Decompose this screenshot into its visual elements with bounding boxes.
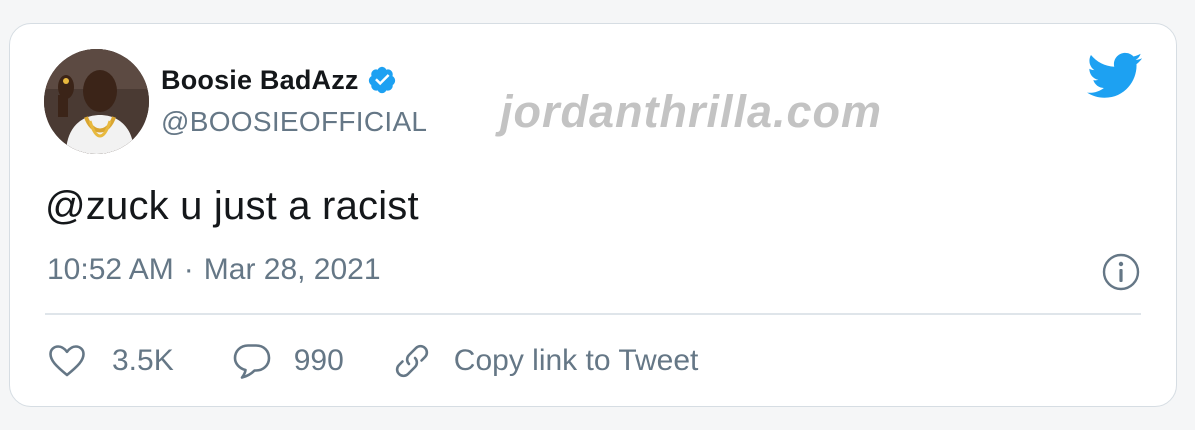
heart-icon xyxy=(49,345,85,377)
author-name-row: Boosie BadAzz xyxy=(161,62,397,98)
link-icon xyxy=(395,344,428,378)
speech-bubble-icon xyxy=(233,344,271,379)
copy-link-label: Copy link to Tweet xyxy=(453,344,699,377)
like-button[interactable]: 3.5K xyxy=(48,344,174,378)
tweet-card[interactable]: Boosie BadAzz @BOOSIEOFFICIAL jordanthri… xyxy=(9,23,1177,407)
info-icon[interactable] xyxy=(1100,251,1142,293)
timestamp-separator: · xyxy=(183,253,194,286)
avatar[interactable] xyxy=(44,49,149,154)
tweet-time: 10:52 AM xyxy=(47,253,174,286)
avatar-photo xyxy=(44,49,149,154)
tweet-text: @zuck u just a racist xyxy=(45,184,419,228)
reply-button[interactable]: 990 xyxy=(232,342,344,380)
like-count: 3.5K xyxy=(112,344,174,377)
divider xyxy=(45,313,1141,315)
reply-count: 990 xyxy=(293,344,344,377)
tweet-timestamp[interactable]: 10:52 AM · Mar 28, 2021 xyxy=(47,253,381,287)
verified-badge-icon xyxy=(368,66,395,94)
twitter-bird-icon[interactable] xyxy=(1087,52,1143,100)
tweet-date: Mar 28, 2021 xyxy=(203,253,381,286)
tweet-actions: 3.5K 990 Copy link to Tweet xyxy=(48,339,698,383)
copy-link-button[interactable]: Copy link to Tweet xyxy=(392,341,699,381)
author-name[interactable]: Boosie BadAzz xyxy=(161,65,359,96)
author-handle[interactable]: @BOOSIEOFFICIAL xyxy=(161,106,427,138)
watermark: jordanthrilla.com xyxy=(500,86,883,137)
